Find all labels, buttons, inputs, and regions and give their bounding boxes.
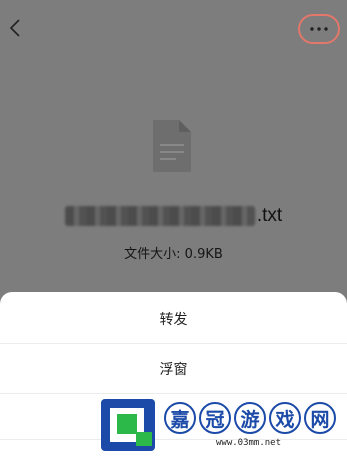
file-extension: .txt bbox=[256, 205, 283, 226]
file-size-label: 文件大小: 0.9KB bbox=[124, 247, 223, 262]
watermark-logo-icon bbox=[101, 399, 155, 451]
forward-option[interactable]: 转发 bbox=[0, 294, 347, 344]
back-button[interactable] bbox=[4, 14, 26, 42]
watermark-char: 戏 bbox=[269, 402, 301, 434]
file-name: .txt bbox=[0, 203, 347, 229]
watermark-char: 嘉 bbox=[164, 402, 196, 434]
file-name-redacted bbox=[64, 206, 255, 226]
more-options-button[interactable] bbox=[298, 14, 340, 44]
watermark-char: 游 bbox=[234, 402, 266, 434]
floating-window-option[interactable]: 浮窗 bbox=[0, 344, 347, 394]
watermark-char: 网 bbox=[304, 402, 336, 434]
site-watermark: 嘉 冠 游 戏 网 www.03mm.net bbox=[100, 396, 344, 454]
watermark-char: 冠 bbox=[199, 402, 231, 434]
chevron-left-icon bbox=[9, 19, 20, 37]
watermark-url: www.03mm.net bbox=[216, 438, 282, 448]
document-icon bbox=[153, 120, 191, 172]
more-horizontal-icon bbox=[310, 27, 328, 31]
watermark-text: 嘉 冠 游 戏 网 bbox=[164, 402, 336, 434]
